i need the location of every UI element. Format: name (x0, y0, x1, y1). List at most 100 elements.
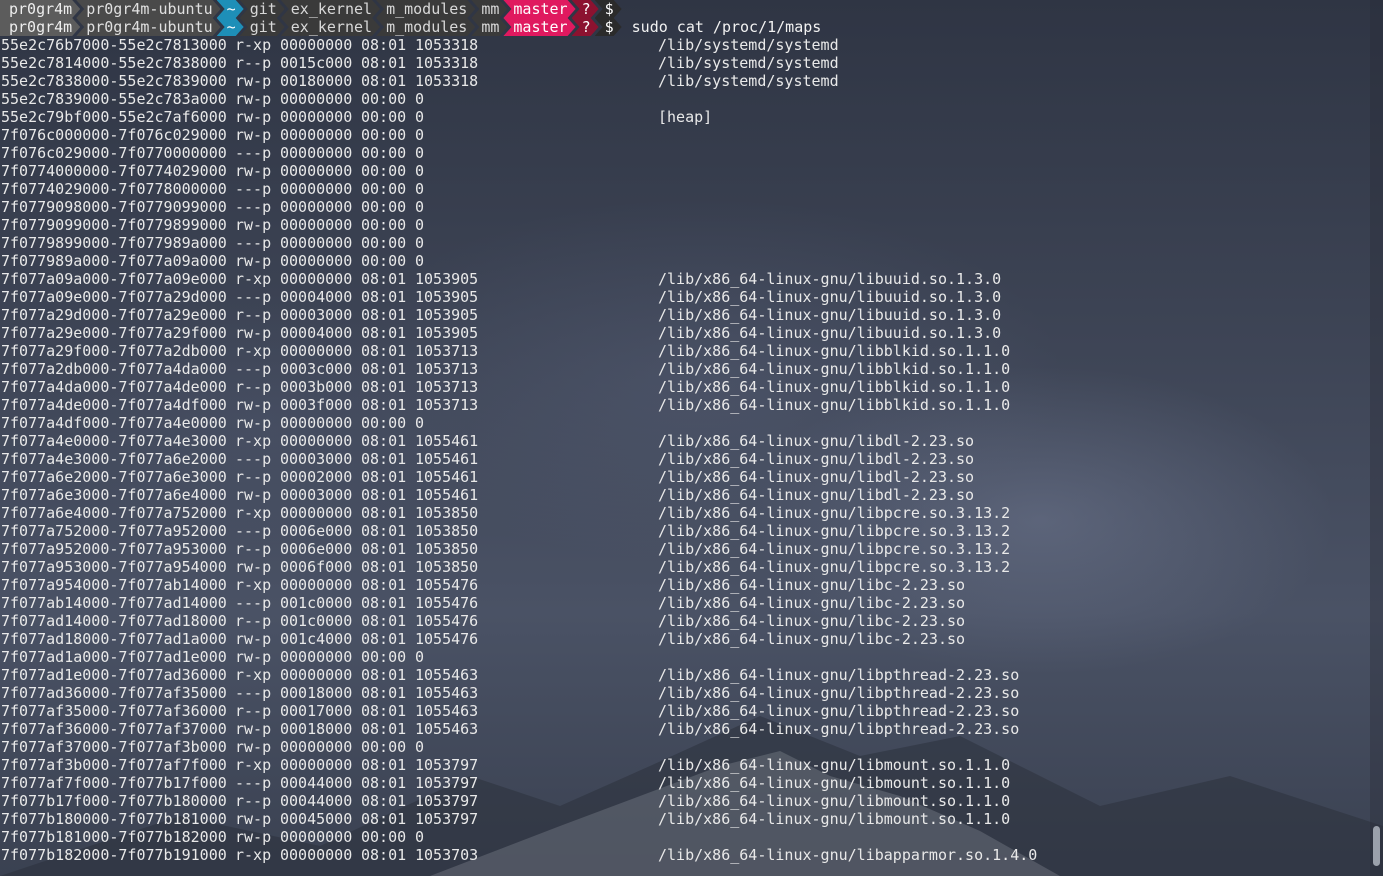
permissions: rw-p (235, 252, 272, 270)
prompt-path-segment: mm (471, 0, 507, 18)
offset: 00044000 (280, 774, 353, 792)
pathname: /lib/x86_64-linux-gnu/libpcre.so.3.13.2 (658, 522, 1011, 540)
permissions: rw-p (235, 324, 272, 342)
address-range: 7f077b180000-7f077b181000 (1, 810, 227, 828)
offset: 00000000 (280, 36, 353, 54)
pathname: /lib/x86_64-linux-gnu/libblkid.so.1.1.0 (658, 360, 1011, 378)
device: 08:01 (361, 36, 407, 54)
pathname: /lib/systemd/systemd (658, 72, 839, 90)
device: 08:01 (361, 792, 407, 810)
offset: 00000000 (280, 432, 353, 450)
inode: 0 (415, 144, 425, 162)
device: 08:01 (361, 612, 407, 630)
device: 08:01 (361, 270, 407, 288)
pathname: /lib/x86_64-linux-gnu/libpcre.so.3.13.2 (658, 504, 1011, 522)
prompt-git-branch: master (503, 18, 575, 36)
permissions: ---p (235, 360, 272, 378)
scrollbar-thumb[interactable] (1373, 826, 1380, 866)
permissions: r-xp (235, 432, 272, 450)
address-range: 55e2c7814000-55e2c7838000 (1, 54, 227, 72)
offset: 001c0000 (280, 612, 353, 630)
device: 08:01 (361, 396, 407, 414)
device: 08:01 (361, 468, 407, 486)
permissions: rw-p (235, 648, 272, 666)
inode: 1055461 (415, 432, 479, 450)
permissions: ---p (235, 288, 272, 306)
pathname: /lib/x86_64-linux-gnu/libpcre.so.3.13.2 (658, 540, 1011, 558)
offset: 00000000 (280, 108, 353, 126)
permissions: rw-p (235, 738, 272, 756)
permissions: ---p (235, 450, 272, 468)
inode: 0 (415, 126, 425, 144)
permissions: r-xp (235, 342, 272, 360)
permissions: ---p (235, 144, 272, 162)
terminal-output[interactable]: pr0gr4m pr0gr4m-ubuntu ~ git ex_kernel m… (0, 0, 1370, 876)
offset: 00018000 (280, 684, 353, 702)
inode: 0 (415, 648, 425, 666)
device: 00:00 (361, 252, 407, 270)
prompt-symbol: $ (595, 18, 622, 36)
terminal-window[interactable]: { "prompt": { "user": "pr0gr4m", "host":… (0, 0, 1383, 876)
inode: 0 (415, 108, 425, 126)
permissions: rw-p (235, 828, 272, 846)
pathname: /lib/x86_64-linux-gnu/libpthread-2.23.so (658, 666, 1020, 684)
permissions: r-xp (235, 36, 272, 54)
address-range: 7f077a4e0000-7f077a4e3000 (1, 432, 227, 450)
address-range: 55e2c76b7000-55e2c7813000 (1, 36, 227, 54)
offset: 00045000 (280, 810, 353, 828)
inode: 1053713 (415, 378, 479, 396)
pathname: /lib/x86_64-linux-gnu/libuuid.so.1.3.0 (658, 288, 1002, 306)
pathname: /lib/x86_64-linux-gnu/libc-2.23.so (658, 612, 966, 630)
device: 08:01 (361, 774, 407, 792)
permissions: r--p (235, 702, 272, 720)
address-range: 7f077a09e000-7f077a29d000 (1, 288, 227, 306)
device: 08:01 (361, 504, 407, 522)
inode: 1053905 (415, 270, 479, 288)
address-range: 7f077a4de000-7f077a4df000 (1, 396, 227, 414)
offset: 00000000 (280, 252, 353, 270)
address-range: 7f077af3b000-7f077af7f000 (1, 756, 227, 774)
pathname: /lib/x86_64-linux-gnu/libc-2.23.so (658, 594, 966, 612)
device: 00:00 (361, 738, 407, 756)
permissions: rw-p (235, 126, 272, 144)
offset: 00000000 (280, 90, 353, 108)
address-range: 7f0779899000-7f077989a000 (1, 234, 227, 252)
address-range: 7f077ad1a000-7f077ad1e000 (1, 648, 227, 666)
permissions: rw-p (235, 162, 272, 180)
offset: 00000000 (280, 648, 353, 666)
offset: 001c0000 (280, 594, 353, 612)
address-range: 7f077ad14000-7f077ad18000 (1, 612, 227, 630)
address-range: 7f0774029000-7f0778000000 (1, 180, 227, 198)
address-range: 7f076c029000-7f0770000000 (1, 144, 227, 162)
pathname: /lib/x86_64-linux-gnu/libdl-2.23.so (658, 450, 975, 468)
inode: 1053713 (415, 396, 479, 414)
scrollbar[interactable] (1370, 0, 1383, 876)
pathname: /lib/x86_64-linux-gnu/libuuid.so.1.3.0 (658, 324, 1002, 342)
inode: 1055463 (415, 702, 479, 720)
device: 08:01 (361, 630, 407, 648)
permissions: r--p (235, 54, 272, 72)
address-range: 7f077a2db000-7f077a4da000 (1, 360, 227, 378)
pathname: /lib/systemd/systemd (658, 54, 839, 72)
permissions: r--p (235, 468, 272, 486)
prompt-git-status: ? (572, 0, 599, 18)
pathname: /lib/x86_64-linux-gnu/libblkid.so.1.1.0 (658, 396, 1011, 414)
offset: 00000000 (280, 414, 353, 432)
permissions: r--p (235, 612, 272, 630)
permissions: rw-p (235, 486, 272, 504)
inode: 1053713 (415, 360, 479, 378)
permissions: r-xp (235, 846, 272, 864)
address-range: 7f077ad18000-7f077ad1a000 (1, 630, 227, 648)
device: 08:01 (361, 72, 407, 90)
address-range: 7f077ad1e000-7f077ad36000 (1, 666, 227, 684)
prompt-path-segment: git (240, 0, 285, 18)
command-text[interactable]: sudo cat /proc/1/maps (632, 18, 822, 36)
device: 08:01 (361, 666, 407, 684)
offset: 00000000 (280, 342, 353, 360)
device: 08:01 (361, 558, 407, 576)
device: 00:00 (361, 108, 407, 126)
pathname: /lib/x86_64-linux-gnu/libdl-2.23.so (658, 432, 975, 450)
offset: 00000000 (280, 666, 353, 684)
offset: 00000000 (280, 846, 353, 864)
permissions: rw-p (235, 414, 272, 432)
